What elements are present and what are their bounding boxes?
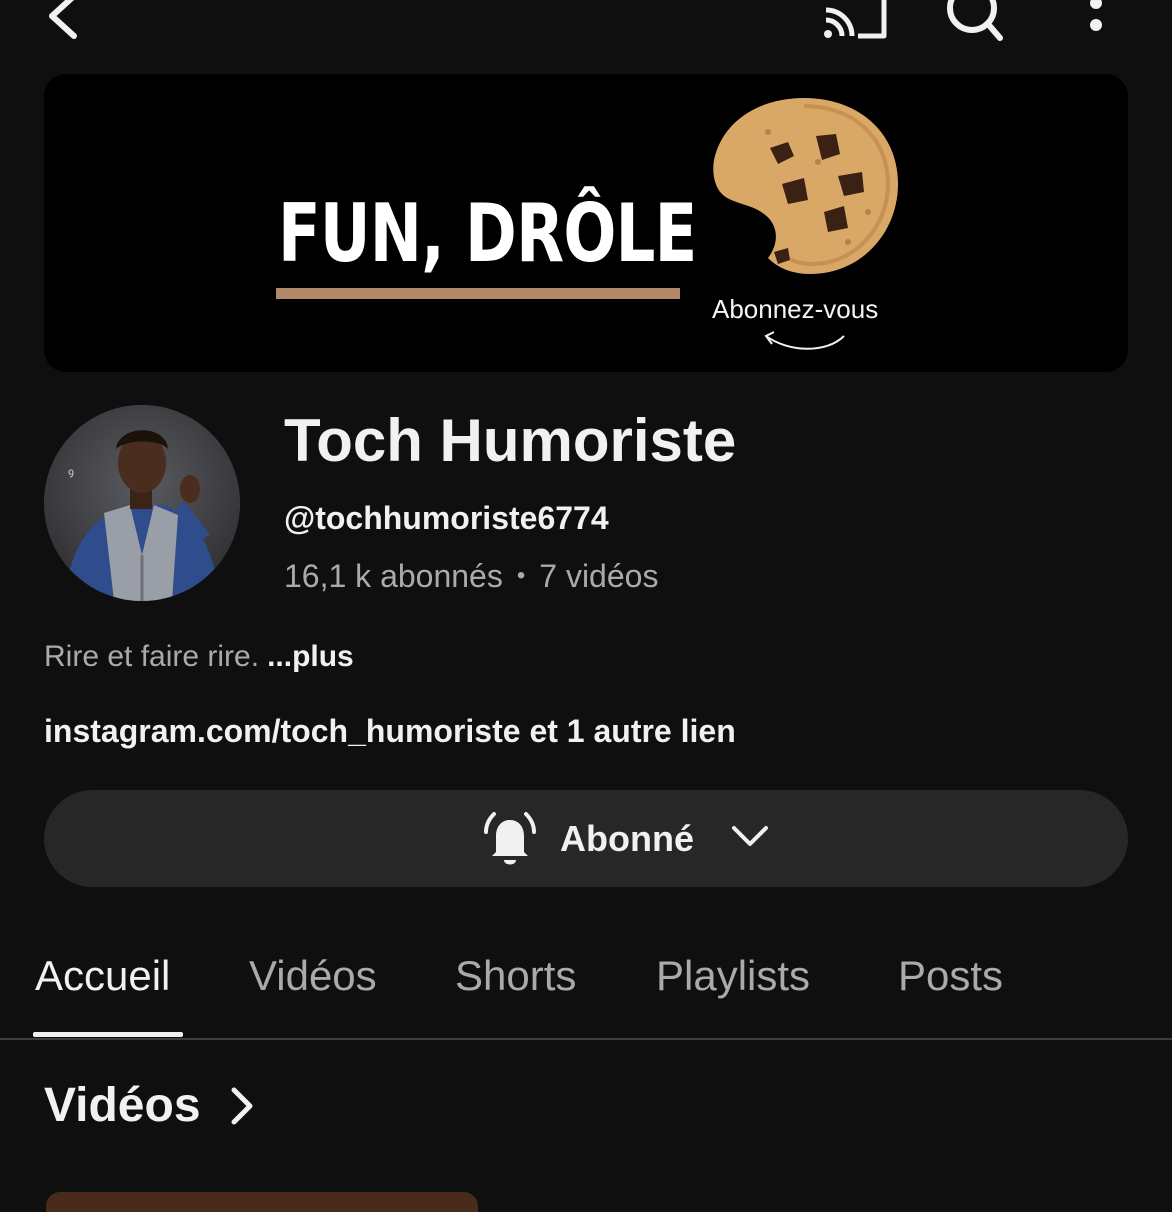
channel-avatar[interactable]: ꝯ (44, 405, 240, 601)
stats-separator: • (516, 562, 526, 589)
subscribed-label: Abonné (560, 818, 694, 859)
channel-handle: @tochhumoriste6774 (284, 500, 609, 536)
more-options-button[interactable] (1080, 0, 1112, 47)
back-button[interactable] (38, 0, 88, 47)
banner-underline (276, 288, 680, 299)
channel-links[interactable]: instagram.com/toch_humoriste et 1 autre … (44, 713, 736, 750)
curved-arrow-icon (760, 326, 850, 361)
search-button[interactable] (944, 0, 1008, 47)
more-vertical-icon (1090, 0, 1102, 31)
cast-button[interactable] (822, 0, 888, 45)
tab-playlists[interactable]: Playlists (656, 952, 810, 1000)
tab-posts[interactable]: Posts (898, 952, 1003, 1000)
videos-section-title[interactable]: Vidéos (44, 1078, 201, 1133)
top-app-bar (0, 0, 1172, 60)
description-more-link[interactable]: ...plus (267, 640, 354, 673)
video-thumbnail[interactable] (46, 1192, 478, 1212)
cookie-image (708, 92, 902, 287)
channel-name: Toch Humoriste (284, 407, 737, 474)
channel-stats: 16,1 k abonnés • 7 vidéos (284, 558, 658, 595)
tab-shorts[interactable]: Shorts (455, 952, 576, 1000)
channel-tabs: Accueil Vidéos Shorts Playlists Posts (0, 940, 1172, 1040)
video-count: 7 vidéos (539, 558, 659, 594)
back-arrow-icon (49, 0, 77, 39)
cast-icon (824, 0, 887, 39)
chevron-right-icon[interactable] (226, 1086, 256, 1133)
chevron-down-icon (730, 822, 770, 857)
tabs-divider (0, 1038, 1172, 1040)
bell-ringing-icon (478, 810, 542, 875)
active-tab-indicator (33, 1032, 183, 1037)
description-text: Rire et faire rire. (44, 640, 260, 673)
svg-text:ꝯ: ꝯ (68, 467, 74, 478)
channel-description[interactable]: Rire et faire rire. ...plus (44, 640, 354, 674)
search-icon (947, 0, 1003, 41)
subscribed-button[interactable]: Abonné (44, 790, 1128, 887)
tab-accueil[interactable]: Accueil (35, 952, 170, 1000)
banner-cta-text: Abonnez-vous (712, 294, 879, 324)
subscriber-count: 16,1 k abonnés (284, 558, 503, 594)
banner-title: FUN, DRÔLE (278, 187, 697, 280)
tab-videos[interactable]: Vidéos (249, 952, 377, 1000)
